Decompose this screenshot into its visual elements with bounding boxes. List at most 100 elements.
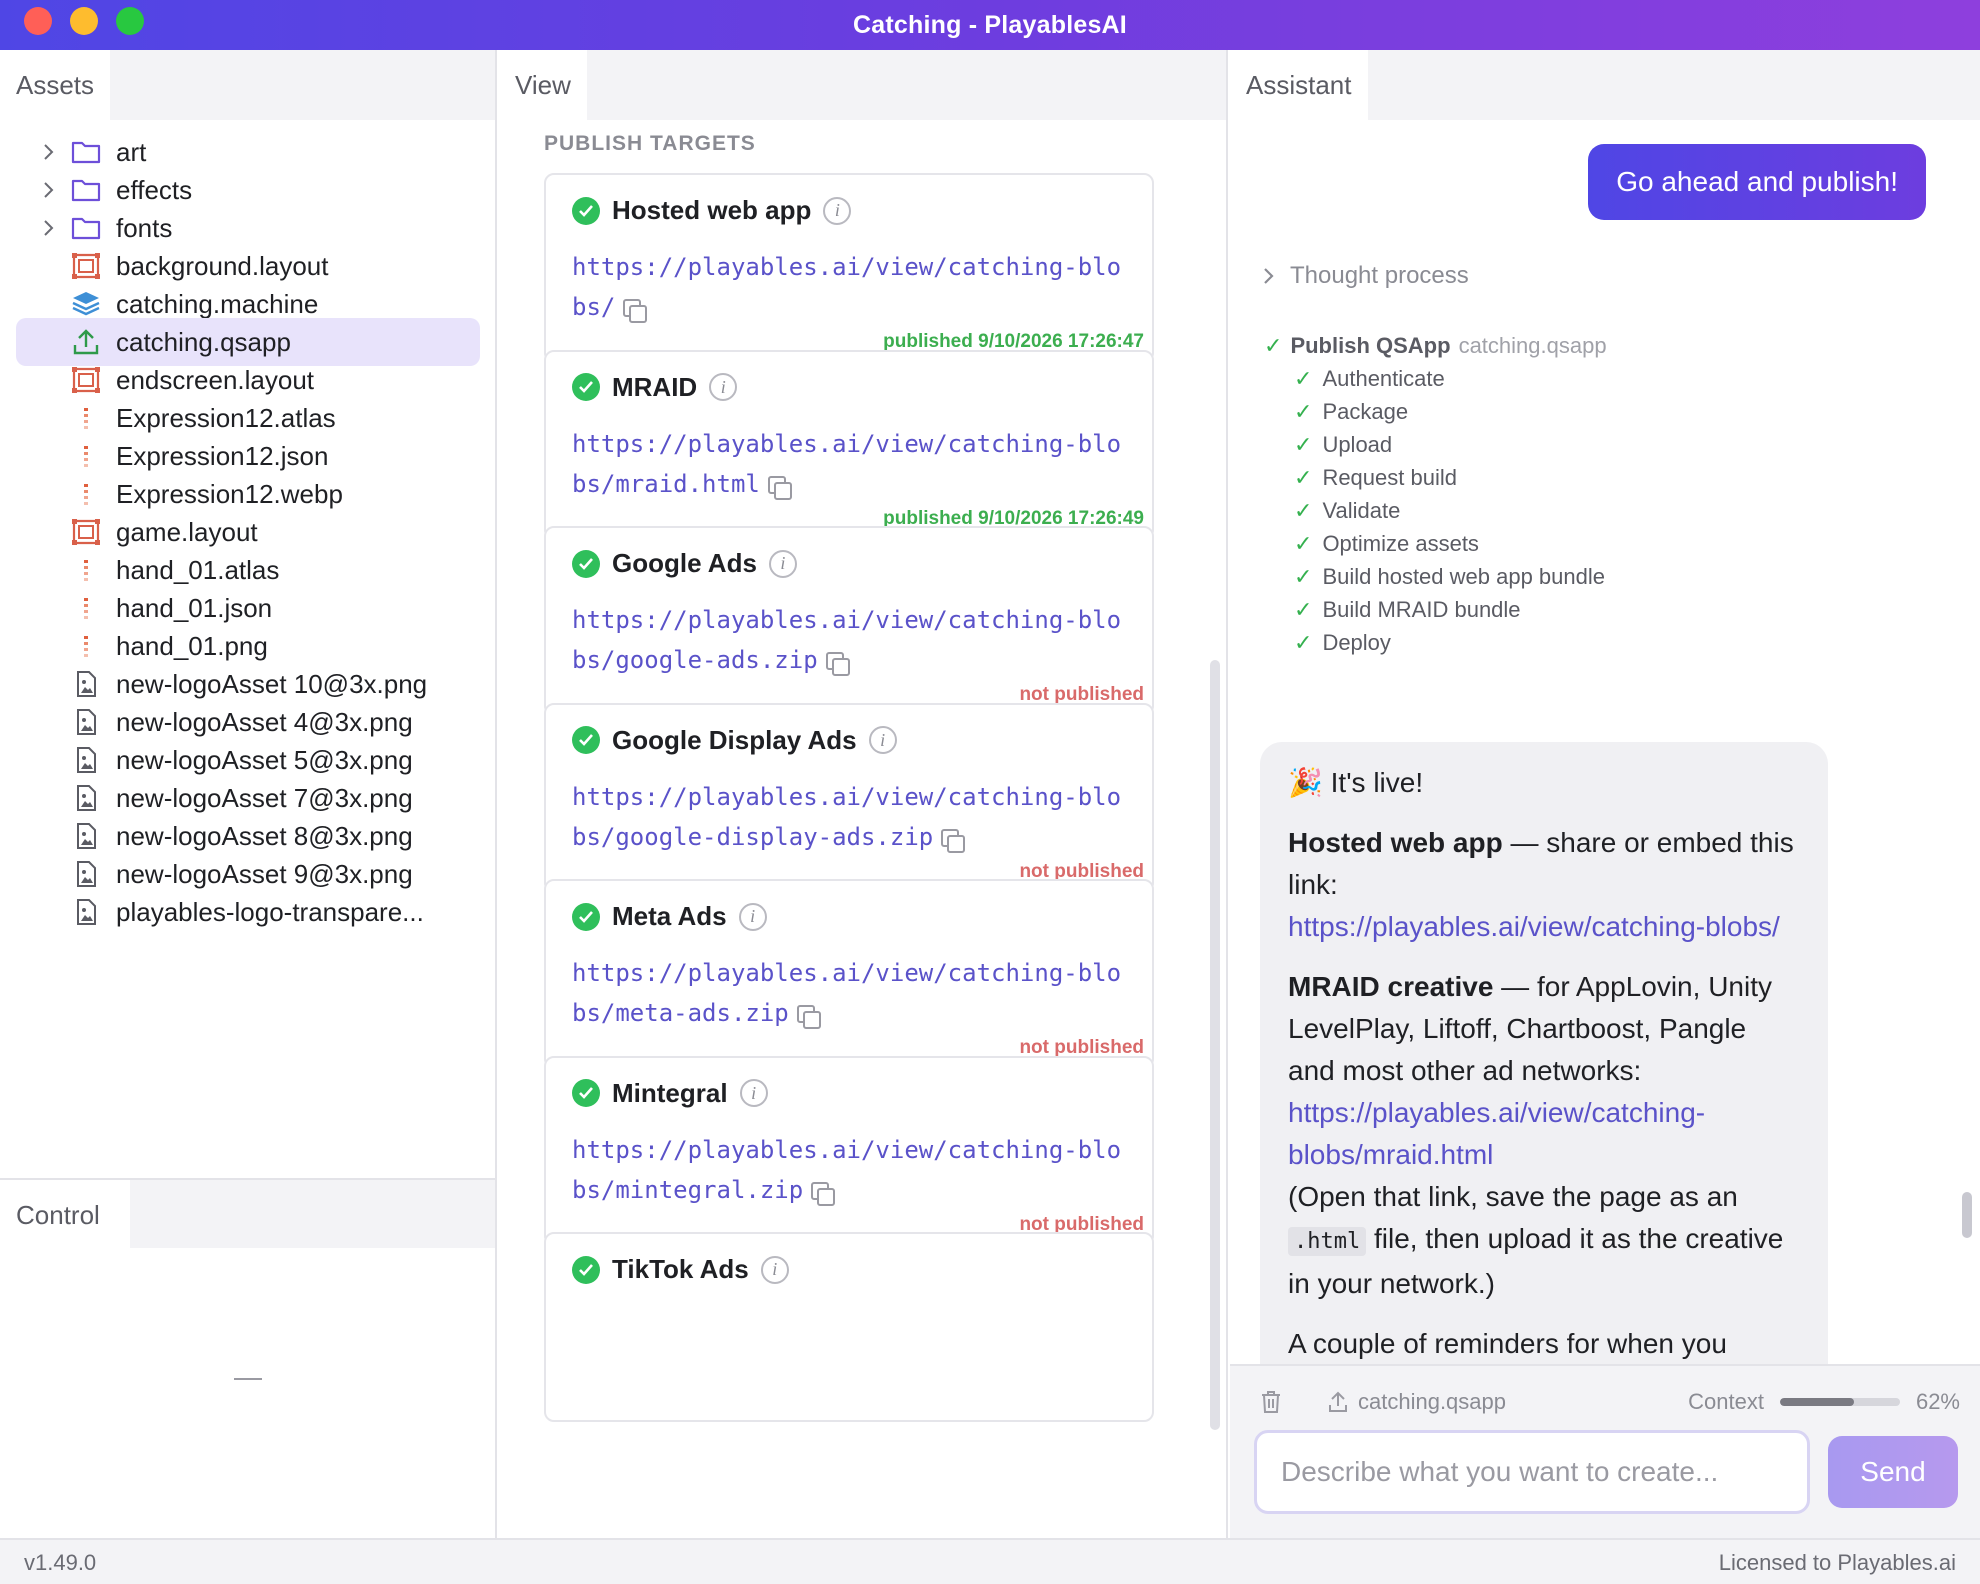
mraid-title: MRAID creative xyxy=(1288,971,1494,1002)
info-icon[interactable]: i xyxy=(709,373,738,401)
asset-label: hand_01.png xyxy=(116,630,268,661)
tab-view[interactable]: View xyxy=(499,50,587,120)
publish-task: ✓ Publish QSApp catching.qsapp xyxy=(1264,330,1607,362)
tab-assets[interactable]: Assets xyxy=(0,50,111,120)
folder-icon xyxy=(70,138,102,166)
prompt-input[interactable] xyxy=(1254,1430,1810,1514)
target-url-text[interactable]: https://playables.ai/view/catching-blobs… xyxy=(572,783,1121,851)
spine-file-icon xyxy=(70,594,102,622)
asset-label: game.layout xyxy=(116,516,258,547)
target-name: TikTok Ads xyxy=(612,1254,749,1284)
target-url-text[interactable]: https://playables.ai/view/catching-blobs… xyxy=(572,959,1121,1027)
publish-step: ✓ Authenticate xyxy=(1294,362,1607,395)
asset-label: hand_01.atlas xyxy=(116,554,280,585)
info-icon[interactable]: i xyxy=(739,1079,768,1107)
assistant-panel: Assistant Go ahead and publish! Thought … xyxy=(1230,50,1980,1538)
check-circle-icon xyxy=(572,373,600,401)
tab-assistant[interactable]: Assistant xyxy=(1230,50,1368,120)
asset-tree: art effects fonts background.layout catching… xyxy=(0,120,495,1228)
copy-icon[interactable] xyxy=(796,1005,821,1029)
copy-icon[interactable] xyxy=(811,1181,836,1206)
target-url-text[interactable]: https://playables.ai/view/catching-blobs… xyxy=(572,1136,1121,1204)
upload-icon xyxy=(1329,1391,1347,1412)
publish-step: ✓ Upload xyxy=(1294,428,1607,461)
chat-footer: catching.qsapp Context 62% Send xyxy=(1230,1364,1980,1538)
chevron-right-icon[interactable] xyxy=(38,180,58,200)
upload-icon xyxy=(70,328,102,356)
asset-label: background.layout xyxy=(116,250,329,281)
publish-targets-list[interactable]: PUBLISH TARGETS Hosted web app i https://p… xyxy=(499,120,1226,1538)
thought-process-toggle[interactable]: Thought process xyxy=(1262,262,1469,290)
target-url[interactable]: https://playables.ai/view/catching-blobs… xyxy=(572,247,1132,327)
chat-transcript[interactable]: Go ahead and publish! Thought process ✓ … xyxy=(1230,120,1980,1364)
step-label: Authenticate xyxy=(1322,365,1445,391)
trash-icon[interactable] xyxy=(1260,1390,1282,1414)
send-button[interactable]: Send xyxy=(1828,1436,1958,1508)
target-url[interactable]: https://playables.ai/view/catching-blobs… xyxy=(572,1130,1132,1210)
target-url-text[interactable]: https://playables.ai/view/catching-blobs… xyxy=(572,430,1121,498)
asset-label: new-logoAsset 8@3x.png xyxy=(116,820,413,851)
target-url-text[interactable]: https://playables.ai/view/catching-blobs… xyxy=(572,253,1121,321)
publish-target-card: MRAID i https://playables.ai/view/catching… xyxy=(544,349,1154,540)
chevron-right-icon[interactable] xyxy=(38,142,58,162)
title-bar: Catching - PlayablesAI xyxy=(0,0,1980,50)
image-file-icon xyxy=(70,822,102,850)
check-circle-icon xyxy=(572,1079,600,1107)
publish-target-card: Meta Ads i https://playables.ai/view/catch… xyxy=(544,879,1154,1069)
asset-item[interactable]: playables-logo-transpare... xyxy=(16,888,480,936)
spine-file-icon xyxy=(70,632,102,660)
view-tabstrip: View xyxy=(499,50,1226,120)
assets-panel: Assets art effects fonts background.layout c… xyxy=(0,50,497,1538)
check-icon: ✓ xyxy=(1294,497,1313,523)
target-url[interactable]: https://playables.ai/view/catching-blobs… xyxy=(572,777,1132,857)
step-label: Deploy xyxy=(1322,629,1391,655)
image-file-icon xyxy=(70,898,102,926)
info-icon[interactable]: i xyxy=(868,726,897,754)
info-icon[interactable]: i xyxy=(823,196,852,225)
close-window-button[interactable] xyxy=(24,7,52,35)
target-url[interactable]: https://playables.ai/view/catching-blobs… xyxy=(572,424,1132,504)
context-bar xyxy=(1779,1398,1900,1406)
mraid-link[interactable]: https://playables.ai/view/catching-blobs… xyxy=(1288,1097,1705,1170)
step-label: Optimize assets xyxy=(1322,530,1479,556)
info-icon[interactable]: i xyxy=(768,549,797,578)
view-scrollbar[interactable] xyxy=(1210,660,1220,1430)
check-icon: ✓ xyxy=(1294,530,1313,556)
step-label: Request build xyxy=(1322,464,1457,490)
target-url[interactable]: https://playables.ai/view/catching-blobs… xyxy=(572,953,1132,1033)
copy-icon[interactable] xyxy=(767,475,792,500)
asset-label: endscreen.layout xyxy=(116,364,315,395)
context-value: 62% xyxy=(1915,1389,1960,1414)
target-name: Meta Ads xyxy=(612,901,727,931)
check-icon: ✓ xyxy=(1294,398,1313,424)
copy-icon[interactable] xyxy=(623,299,648,323)
publish-step: ✓ Build MRAID bundle xyxy=(1294,593,1607,626)
step-label: Upload xyxy=(1322,431,1393,457)
target-name: Mintegral xyxy=(612,1077,728,1108)
attached-file-chip[interactable]: catching.qsapp xyxy=(1328,1389,1506,1415)
chevron-right-icon[interactable] xyxy=(38,218,58,238)
step-label: Package xyxy=(1322,398,1409,424)
target-url[interactable]: https://playables.ai/view/catching-blobs… xyxy=(572,600,1132,680)
context-label: Context xyxy=(1688,1389,1764,1414)
publish-target-card: TikTok Ads i xyxy=(544,1232,1154,1422)
copy-icon[interactable] xyxy=(825,652,850,676)
step-label: Validate xyxy=(1322,497,1401,523)
tab-control[interactable]: Control xyxy=(0,1180,130,1250)
target-header: Meta Ads i xyxy=(572,901,767,932)
target-header: Google Ads i xyxy=(572,548,797,579)
copy-icon[interactable] xyxy=(941,828,966,853)
asset-label: new-logoAsset 7@3x.png xyxy=(116,782,413,813)
asset-label: new-logoAsset 5@3x.png xyxy=(116,744,413,775)
info-icon[interactable]: i xyxy=(738,902,767,931)
hosted-link[interactable]: https://playables.ai/view/catching-blobs… xyxy=(1288,911,1780,942)
check-icon: ✓ xyxy=(1294,464,1313,490)
info-icon[interactable]: i xyxy=(760,1255,789,1284)
chat-scrollbar[interactable] xyxy=(1962,1192,1972,1238)
minimize-window-button[interactable] xyxy=(70,7,98,35)
assistant-tabstrip: Assistant xyxy=(1230,50,1980,120)
reply-hosted: Hosted web app — share or embed this lin… xyxy=(1288,822,1800,948)
check-circle-icon xyxy=(572,902,600,931)
spine-file-icon xyxy=(70,442,102,470)
zoom-window-button[interactable] xyxy=(116,7,144,35)
